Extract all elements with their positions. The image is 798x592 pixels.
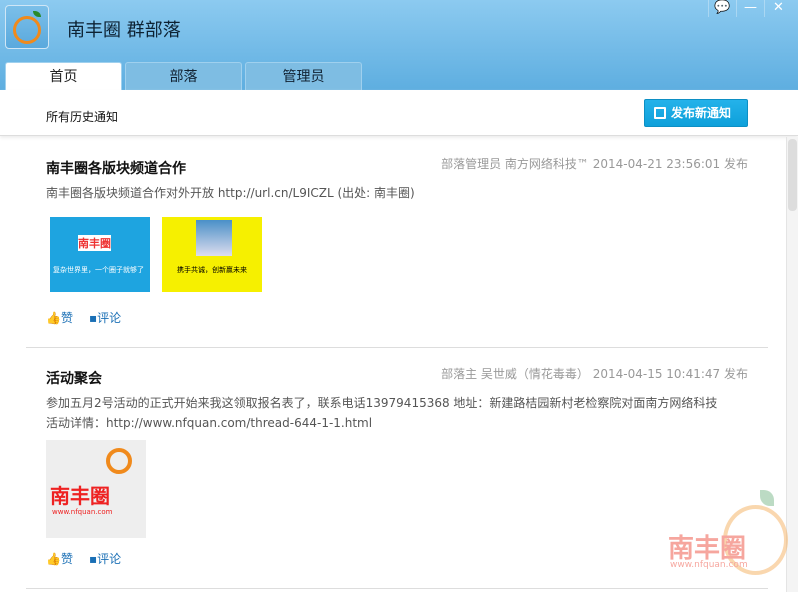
watermark-url: www.nfquan.com bbox=[670, 560, 748, 570]
watermark-logo: 南丰圈 www.nfquan.com bbox=[668, 490, 793, 590]
tab-tribe[interactable]: 部落 bbox=[125, 62, 242, 90]
window-title: 南丰圈 群部落 bbox=[67, 20, 181, 41]
close-icon[interactable]: ✕ bbox=[764, 0, 792, 17]
list-item: 南丰圈各版块频道合作 部落管理员 南方网络科技™ 2014-04-21 23:5… bbox=[26, 137, 768, 348]
list-item: 活动聚会 部落主 吴世威（情花毒毒） 2014-04-15 10:41:47 发… bbox=[26, 348, 768, 589]
post-meta: 部落管理员 南方网络科技™ 2014-04-21 23:56:01 发布 bbox=[441, 157, 748, 171]
post-title: 南丰圈各版块频道合作 bbox=[46, 161, 186, 177]
image-logo-text: 南丰圈 bbox=[50, 484, 110, 508]
post-link[interactable]: 活动详情：http://www.nfquan.com/thread-644-1-… bbox=[46, 413, 717, 433]
post-body: 参加五月2号活动的正式开始来我这领取报名表了，联系电话13979415368 地… bbox=[46, 393, 717, 433]
tab-home[interactable]: 首页 bbox=[5, 62, 122, 90]
post-title: 活动聚会 bbox=[46, 371, 102, 387]
title-bar: 南丰圈 群部落 💬 — ✕ 首页 部落 管理员 bbox=[0, 0, 798, 90]
toolbar: 所有历史通知 发布新通知 bbox=[0, 90, 798, 136]
chat-icon[interactable]: 💬 bbox=[708, 0, 736, 17]
comment-button[interactable]: ▪评论 bbox=[89, 550, 121, 567]
history-label: 所有历史通知 bbox=[46, 110, 119, 124]
comment-button[interactable]: ▪评论 bbox=[89, 309, 121, 326]
post-body: 南丰圈各版块频道合作对外开放 http://url.cn/L9ICZL (出处:… bbox=[46, 186, 415, 200]
scrollbar-thumb[interactable] bbox=[788, 139, 797, 211]
edit-icon bbox=[654, 107, 666, 119]
publish-notice-button[interactable]: 发布新通知 bbox=[644, 99, 748, 127]
minimize-icon[interactable]: — bbox=[736, 0, 764, 17]
image-url-text: www.nfquan.com bbox=[52, 508, 113, 516]
publish-label: 发布新通知 bbox=[671, 106, 732, 120]
post-image[interactable]: 南丰圈 复杂世界里，一个圈子就够了 携手共诚，创新赢未来 bbox=[50, 217, 262, 292]
like-button[interactable]: 👍赞 bbox=[46, 550, 73, 567]
post-image[interactable]: 南丰圈 www.nfquan.com bbox=[46, 440, 146, 538]
tab-admin[interactable]: 管理员 bbox=[245, 62, 362, 90]
post-body-line: 参加五月2号活动的正式开始来我这领取报名表了，联系电话13979415368 地… bbox=[46, 396, 718, 410]
image-caption-left: 复杂世界里，一个圈子就够了 bbox=[53, 266, 144, 274]
image-caption-right: 携手共诚，创新赢未来 bbox=[177, 266, 247, 274]
post-meta: 部落主 吴世威（情花毒毒） 2014-04-15 10:41:47 发布 bbox=[441, 367, 748, 381]
image-logo-text: 南丰圈 bbox=[78, 235, 111, 251]
app-logo bbox=[5, 5, 49, 49]
like-button[interactable]: 👍赞 bbox=[46, 309, 73, 326]
